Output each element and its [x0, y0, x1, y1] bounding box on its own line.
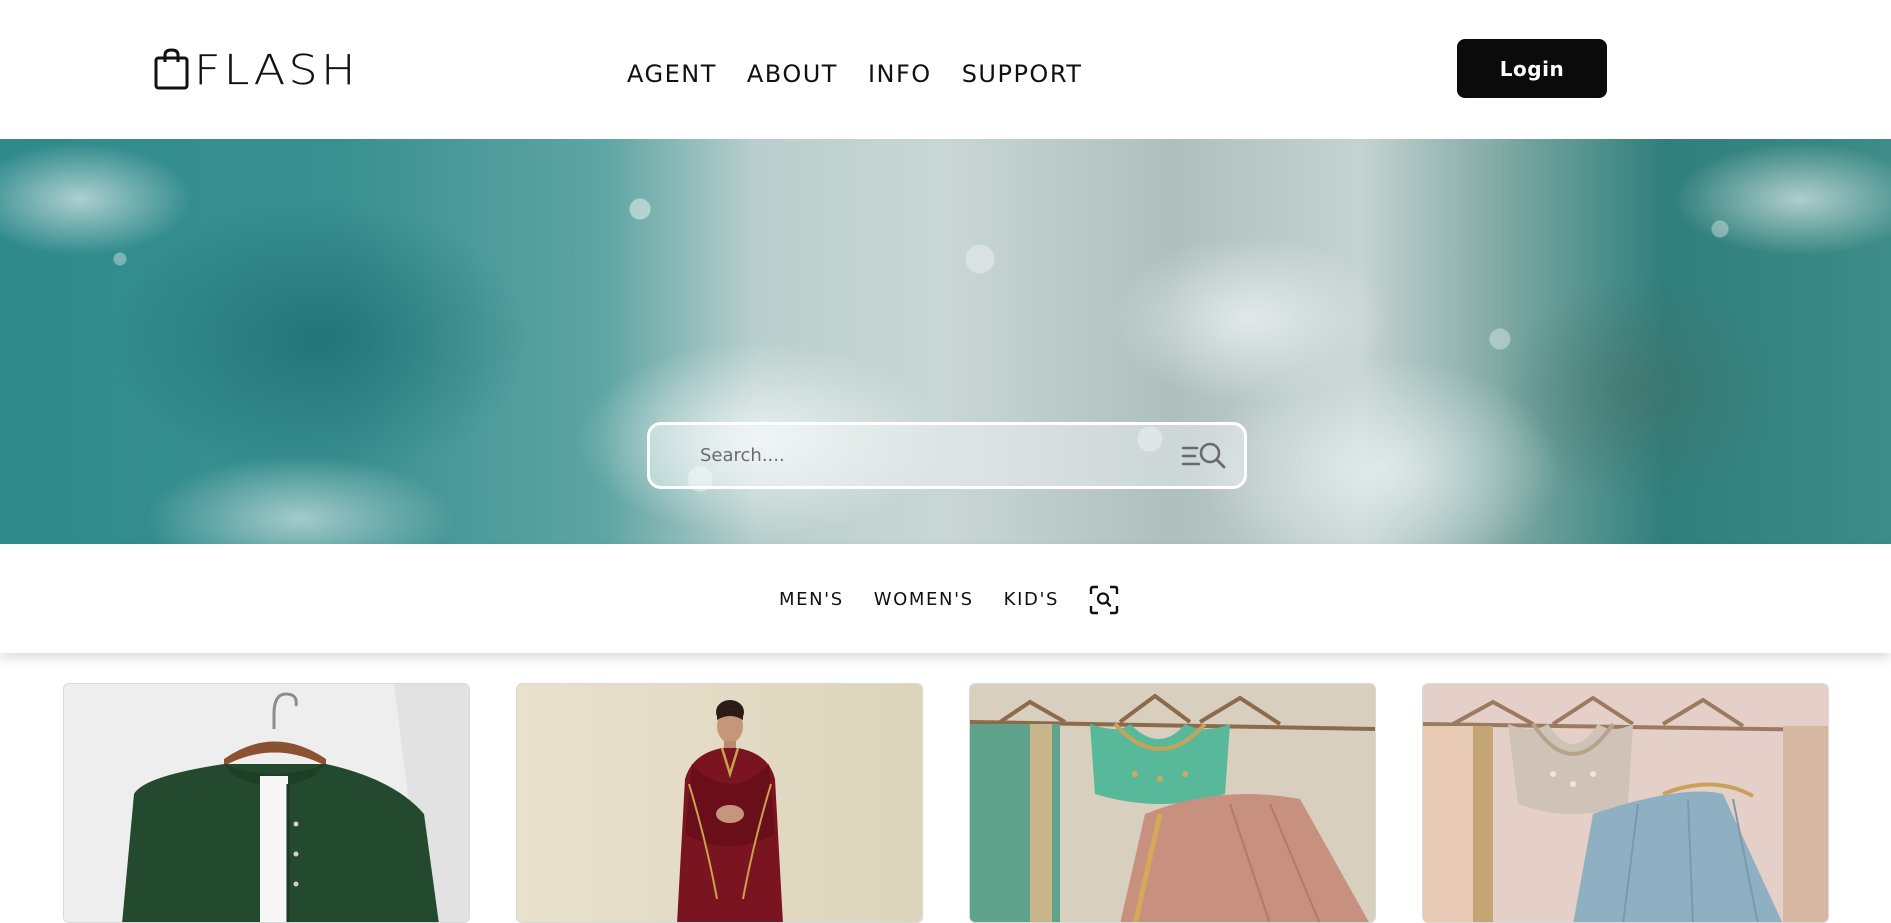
product-grid — [0, 683, 1891, 923]
login-button[interactable]: Login — [1457, 39, 1607, 98]
nav-item-about[interactable]: ABOUT — [747, 59, 838, 89]
nav-item-info[interactable]: INFO — [868, 59, 932, 89]
category-womens[interactable]: WOMEN'S — [874, 588, 974, 612]
product-image-mint-lehenga — [970, 684, 1375, 922]
product-image-green-shirt — [64, 684, 469, 922]
product-image-maroon-suit — [517, 684, 922, 922]
category-mens[interactable]: MEN'S — [779, 588, 844, 612]
product-card[interactable] — [516, 683, 923, 923]
search-bar — [647, 422, 1247, 489]
search-button[interactable] — [1178, 436, 1230, 476]
list-search-icon — [1181, 442, 1226, 468]
product-card[interactable] — [1422, 683, 1829, 923]
site-header: FLASH AGENT ABOUT INFO SUPPORT Login — [0, 0, 1891, 139]
image-search-icon[interactable] — [1089, 585, 1119, 615]
category-bar: MEN'S WOMEN'S KID'S — [0, 544, 1891, 653]
hero-banner — [0, 139, 1891, 544]
nav-item-support[interactable]: SUPPORT — [962, 59, 1083, 89]
shopping-bag-icon — [154, 48, 189, 90]
brand-name: FLASH — [194, 46, 359, 94]
product-card[interactable] — [969, 683, 1376, 923]
main-nav: AGENT ABOUT INFO SUPPORT — [627, 59, 1082, 89]
product-image-blue-lehenga — [1423, 684, 1828, 922]
brand-logo[interactable]: FLASH — [154, 44, 356, 91]
nav-item-agent[interactable]: AGENT — [627, 59, 717, 89]
product-card[interactable] — [63, 683, 470, 923]
search-input[interactable] — [650, 425, 1178, 486]
category-kids[interactable]: KID'S — [1004, 588, 1059, 612]
